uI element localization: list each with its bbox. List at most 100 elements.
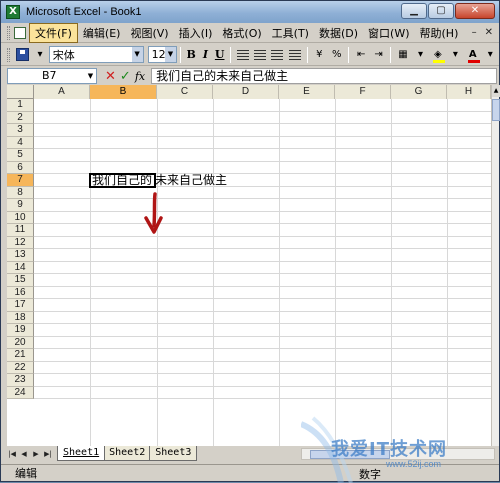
cell-b7-text: 我们自己的 xyxy=(92,173,153,187)
row-gridline xyxy=(34,260,491,262)
chevron-down-icon[interactable]: ▾ xyxy=(484,47,497,63)
row-header-6[interactable]: 6 xyxy=(7,161,34,174)
cell-area[interactable]: 我们自己的 未来自己做主 xyxy=(34,99,491,446)
vertical-scroll-thumb[interactable] xyxy=(492,99,500,121)
row-header-2[interactable]: 2 xyxy=(7,111,34,124)
menu-format[interactable]: 格式(O) xyxy=(217,24,266,42)
row-header-5[interactable]: 5 xyxy=(7,149,34,162)
vertical-scrollbar[interactable]: ▲ xyxy=(491,85,500,446)
menu-grip[interactable] xyxy=(7,25,10,40)
prev-sheet-icon[interactable]: ◀ xyxy=(19,448,29,460)
menu-window[interactable]: 窗口(W) xyxy=(363,24,414,42)
row-header-15[interactable]: 15 xyxy=(7,274,34,287)
toolbar-grip[interactable] xyxy=(7,47,10,62)
row-header-19[interactable]: 19 xyxy=(7,324,34,337)
row-header-1[interactable]: 1 xyxy=(7,99,34,112)
row-header-7[interactable]: 7 xyxy=(7,174,34,187)
first-sheet-icon[interactable]: |◀ xyxy=(7,448,17,460)
align-center-icon[interactable] xyxy=(253,47,266,63)
toolbar-options-icon[interactable]: ▾ xyxy=(33,47,46,63)
maximize-button[interactable]: ▢ xyxy=(428,3,454,19)
tab-sheet2[interactable]: Sheet2 xyxy=(103,446,152,461)
row-header-11[interactable]: 11 xyxy=(7,224,34,237)
save-icon[interactable] xyxy=(16,47,30,63)
underline-button[interactable]: U xyxy=(213,46,227,63)
select-all-corner[interactable] xyxy=(7,85,34,99)
column-header-e[interactable]: E xyxy=(279,85,335,99)
font-name-select[interactable]: 宋体 ▼ xyxy=(48,46,144,63)
formula-input[interactable]: 我们自己的未来自己做主 xyxy=(151,68,497,84)
chevron-down-icon[interactable]: ▾ xyxy=(414,47,427,63)
row-header-23[interactable]: 23 xyxy=(7,374,34,387)
row-header-3[interactable]: 3 xyxy=(7,124,34,137)
scroll-up-icon[interactable]: ▲ xyxy=(492,85,500,97)
enter-entry-icon[interactable]: ✓ xyxy=(120,69,131,84)
chevron-down-icon[interactable]: ▾ xyxy=(449,47,462,63)
row-header-13[interactable]: 13 xyxy=(7,249,34,262)
row-header-21[interactable]: 21 xyxy=(7,349,34,362)
currency-icon[interactable]: ¥ xyxy=(313,47,326,63)
font-color-icon[interactable]: A xyxy=(466,47,481,63)
tab-sheet3[interactable]: Sheet3 xyxy=(149,446,198,461)
status-num-indicator: 数字 xyxy=(359,468,381,481)
column-header-d[interactable]: D xyxy=(213,85,279,99)
percent-icon[interactable]: % xyxy=(330,47,343,63)
workbook-icon[interactable] xyxy=(14,26,26,39)
menu-insert[interactable]: 插入(I) xyxy=(174,24,218,42)
row-header-8[interactable]: 8 xyxy=(7,186,34,199)
borders-icon[interactable]: ▦ xyxy=(396,47,409,63)
row-header-17[interactable]: 17 xyxy=(7,299,34,312)
row-header-16[interactable]: 16 xyxy=(7,286,34,299)
menu-tools[interactable]: 工具(T) xyxy=(267,24,314,42)
chevron-down-icon[interactable]: ▼ xyxy=(164,47,176,62)
tab-sheet1[interactable]: Sheet1 xyxy=(57,446,106,461)
decrease-indent-icon[interactable]: ⇤ xyxy=(354,47,367,63)
menu-data[interactable]: 数据(D) xyxy=(314,24,363,42)
minimize-button[interactable]: ▁ xyxy=(401,3,427,19)
chevron-down-icon[interactable]: ▼ xyxy=(131,47,143,62)
last-sheet-icon[interactable]: ▶| xyxy=(43,448,53,460)
worksheet-grid[interactable]: A B C D E F G H 1 2 3 4 5 6 7 8 9 10 11 12 13 14 15 16 1… xyxy=(7,85,491,446)
column-header-b[interactable]: B xyxy=(90,85,157,99)
column-gridline xyxy=(213,99,214,446)
menu-help[interactable]: 帮助(H) xyxy=(415,24,464,42)
row-header-4[interactable]: 4 xyxy=(7,136,34,149)
merge-center-icon[interactable] xyxy=(288,47,301,63)
cancel-entry-icon[interactable]: ✕ xyxy=(105,69,116,84)
menu-view[interactable]: 视图(V) xyxy=(125,24,173,42)
font-size-select[interactable]: 12 ▼ xyxy=(147,46,177,63)
increase-indent-icon[interactable]: ⇥ xyxy=(372,47,385,63)
name-box[interactable]: B7 ▼ xyxy=(7,68,97,84)
chevron-down-icon[interactable]: ▼ xyxy=(85,69,96,83)
column-header-f[interactable]: F xyxy=(335,85,391,99)
column-header-h[interactable]: H xyxy=(447,85,491,99)
row-header-18[interactable]: 18 xyxy=(7,311,34,324)
align-left-icon[interactable] xyxy=(236,47,249,63)
column-header-c[interactable]: C xyxy=(157,85,213,99)
title-bar[interactable]: X Microsoft Excel - Book1 ▁ ▢ ✕ xyxy=(1,1,499,23)
workbook-close-icon[interactable]: ✕ xyxy=(485,27,493,38)
row-header-12[interactable]: 12 xyxy=(7,236,34,249)
row-header-14[interactable]: 14 xyxy=(7,261,34,274)
row-gridline xyxy=(34,123,491,124)
row-gridline xyxy=(34,323,491,324)
menu-edit[interactable]: 编辑(E) xyxy=(78,24,126,42)
fill-color-icon[interactable]: ◈ xyxy=(431,47,446,63)
row-header-22[interactable]: 22 xyxy=(7,361,34,374)
insert-function-icon[interactable]: fx xyxy=(135,70,145,83)
excel-app-icon[interactable]: X xyxy=(6,5,20,19)
next-sheet-icon[interactable]: ▶ xyxy=(31,448,41,460)
workbook-minimize-icon[interactable]: – xyxy=(472,27,477,38)
align-right-icon[interactable] xyxy=(271,47,284,63)
column-header-a[interactable]: A xyxy=(34,85,90,99)
bold-button[interactable]: B xyxy=(184,46,198,63)
menu-file[interactable]: 文件(F) xyxy=(29,22,78,43)
row-header-10[interactable]: 10 xyxy=(7,211,34,224)
close-button[interactable]: ✕ xyxy=(455,3,495,19)
italic-button[interactable]: I xyxy=(198,46,212,63)
row-header-24[interactable]: 24 xyxy=(7,386,34,399)
row-header-9[interactable]: 9 xyxy=(7,199,34,212)
column-header-g[interactable]: G xyxy=(391,85,447,99)
row-gridline xyxy=(34,273,491,274)
row-header-20[interactable]: 20 xyxy=(7,336,34,349)
